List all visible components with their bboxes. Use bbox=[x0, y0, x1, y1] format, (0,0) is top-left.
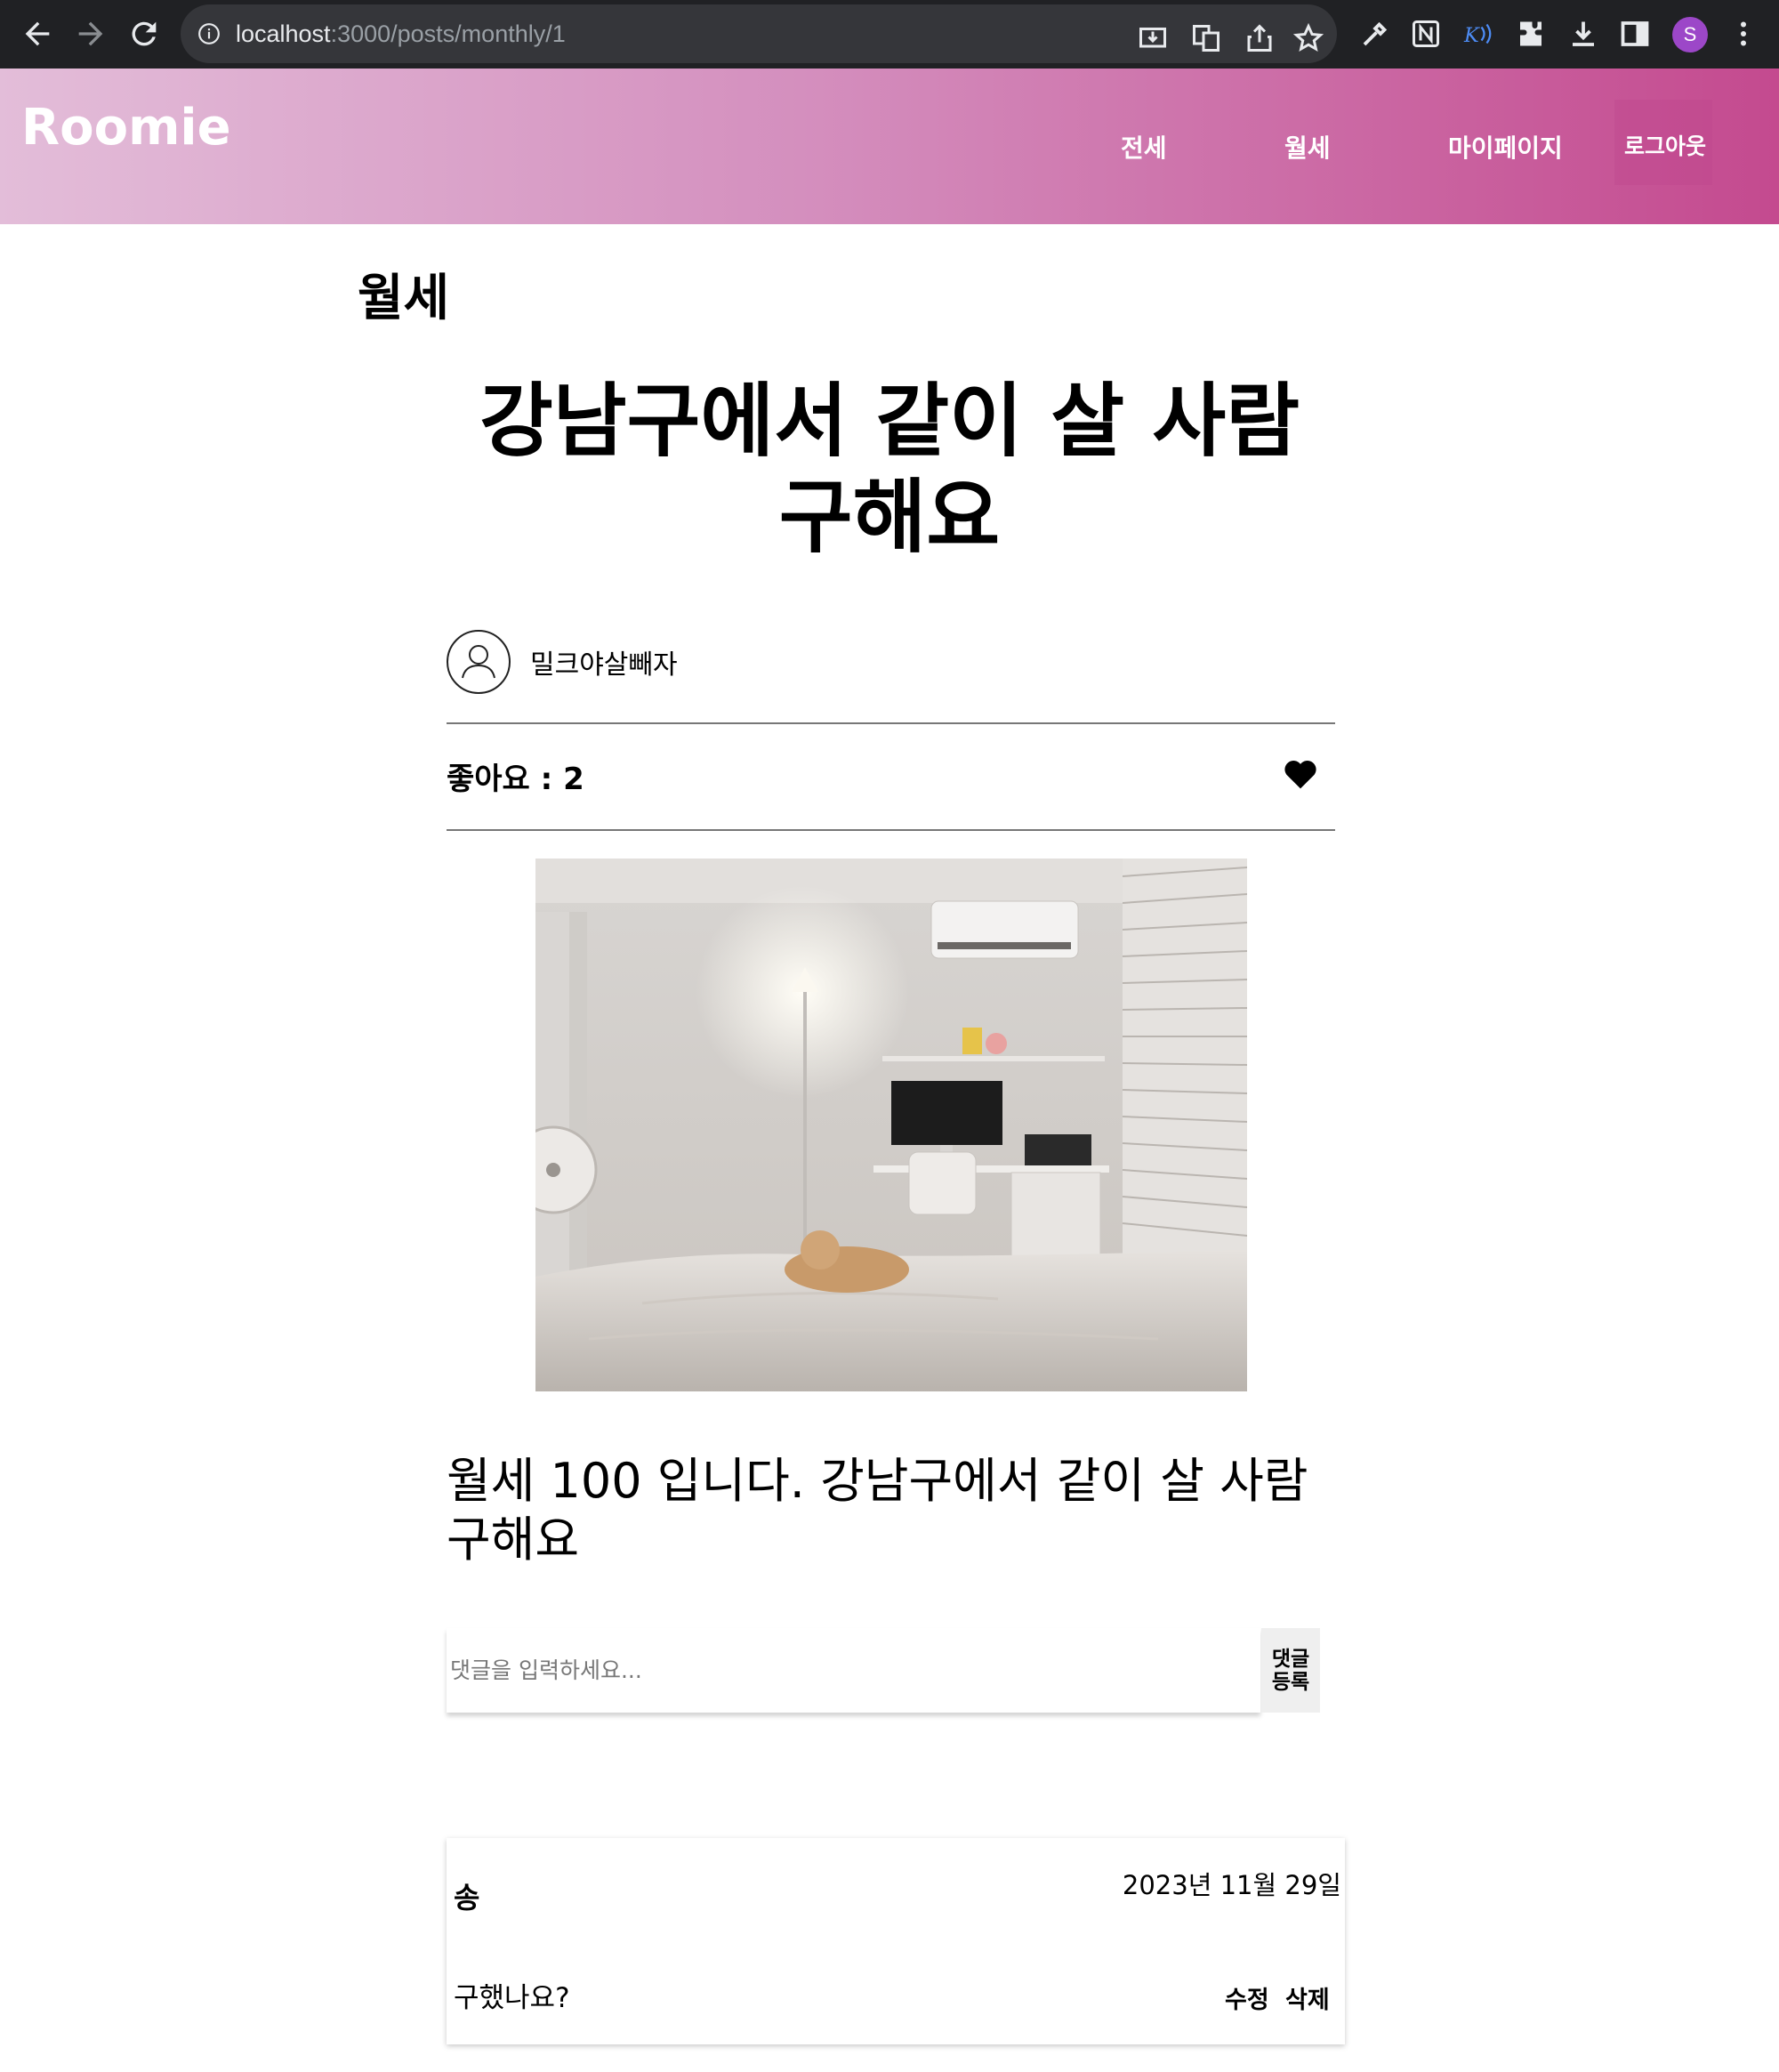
author-name: 밀크야살빼자 bbox=[530, 649, 678, 681]
extensions-puzzle-icon[interactable] bbox=[1515, 18, 1547, 50]
browser-toolbar: localhost:3000/posts/monthly/1 K S bbox=[0, 0, 1779, 69]
likes-count: 좋아요 : 2 bbox=[447, 762, 584, 797]
bookmark-star-icon[interactable] bbox=[1292, 22, 1324, 54]
edit-comment-button[interactable]: 수정 bbox=[1225, 1980, 1269, 2015]
nav-mypage-link[interactable]: 마이페이지 bbox=[1448, 129, 1563, 165]
post-title: 강남구에서 같이 살 사람 구해요 bbox=[479, 375, 1300, 564]
comment-input[interactable] bbox=[447, 1628, 1260, 1713]
comment-submit-button[interactable]: 댓글 등록 bbox=[1261, 1628, 1320, 1713]
reload-icon[interactable] bbox=[126, 16, 162, 52]
site-info-icon[interactable] bbox=[197, 22, 221, 45]
side-panel-icon[interactable] bbox=[1619, 18, 1651, 50]
nav-jeonse-link[interactable]: 전세 bbox=[1121, 129, 1167, 165]
comment-text: 구했나요? bbox=[454, 1982, 570, 2014]
install-app-icon[interactable] bbox=[1137, 22, 1169, 54]
site-header: Roomie 전세 월세 마이페이지 로그아웃 bbox=[0, 69, 1779, 224]
divider-top bbox=[447, 722, 1335, 724]
forward-arrow-icon[interactable] bbox=[73, 16, 109, 52]
notion-extension-icon[interactable] bbox=[1410, 18, 1442, 50]
comment-date: 2023년 11월 29일 bbox=[1122, 1870, 1341, 1900]
back-arrow-icon[interactable] bbox=[20, 16, 55, 52]
address-bar[interactable]: localhost:3000/posts/monthly/1 bbox=[181, 4, 1337, 63]
user-avatar-icon bbox=[447, 630, 511, 694]
formula-extension-icon[interactable]: K bbox=[1461, 18, 1493, 50]
url-text[interactable]: localhost:3000/posts/monthly/1 bbox=[236, 20, 566, 48]
divider-bottom bbox=[447, 829, 1335, 831]
comment-card: 송 2023년 11월 29일 구했나요? 수정 삭제 bbox=[447, 1838, 1345, 2044]
svg-text:K: K bbox=[1463, 24, 1480, 47]
category-heading: 월세 bbox=[358, 270, 450, 327]
downloads-icon[interactable] bbox=[1567, 18, 1599, 50]
eyedropper-extension-icon[interactable] bbox=[1359, 18, 1391, 50]
translate-icon[interactable] bbox=[1190, 22, 1222, 54]
kebab-menu-icon[interactable] bbox=[1727, 18, 1759, 50]
nav-monthly-link[interactable]: 월세 bbox=[1284, 129, 1331, 165]
delete-comment-button[interactable]: 삭제 bbox=[1285, 1980, 1330, 2015]
comment-author: 송 bbox=[454, 1881, 480, 1915]
profile-avatar[interactable]: S bbox=[1672, 17, 1708, 52]
heart-icon[interactable] bbox=[1283, 758, 1318, 790]
logout-label[interactable]: 로그아웃 bbox=[1624, 129, 1706, 161]
room-photo bbox=[535, 859, 1247, 1391]
post-body: 월세 100 입니다. 강남구에서 같이 살 사람 구해요 bbox=[447, 1453, 1308, 1568]
brand-logo[interactable]: Roomie bbox=[21, 99, 231, 157]
share-icon[interactable] bbox=[1244, 22, 1276, 54]
